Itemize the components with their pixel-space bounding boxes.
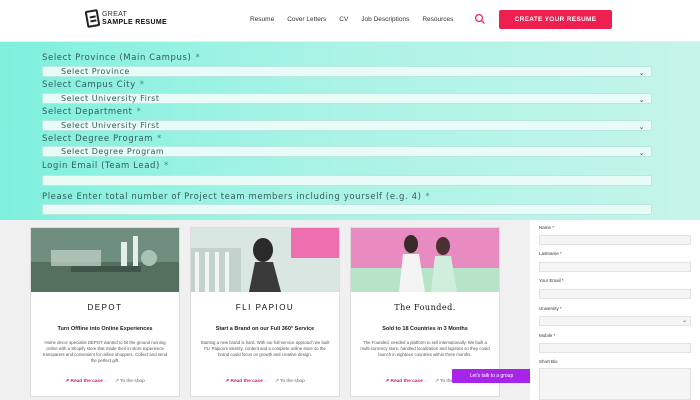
email-label: Your Email * [539,278,564,283]
read-case-link[interactable]: ↗ Read the case [385,379,423,384]
depot-photo [31,228,179,292]
shop-link[interactable]: ↗ To the shop [275,379,305,384]
email-input[interactable] [539,289,691,299]
card-brand: The Founded. [394,303,456,312]
card-tagline: Start a Brand on our Full 360° Service [215,326,315,332]
name-label: Name * [539,225,555,230]
card-brand: FLI PAPIOU [235,303,295,312]
the-founded-photo [351,228,499,292]
chevron-down-icon: ⌄ [638,96,645,104]
campus-city-label: Select Campus City * [42,80,145,90]
bio-label: Short Bio [539,359,558,364]
logo-line-1: GREAT [102,10,128,18]
talk-to-group-button[interactable]: Let's talk to a group [452,369,531,383]
case-card-fli-papiou: FLI PAPIOU Start a Brand on our Full 360… [190,227,340,397]
menu-item-cover-letters[interactable]: Cover Letters [287,16,326,23]
resume-logo-icon [84,9,101,28]
logo-line-2: SAMPLE RESUME [102,18,167,26]
bio-textarea[interactable] [539,368,691,400]
card-description: The Founded. needed a platform to sell i… [360,340,490,357]
chevron-down-icon: ⌄ [638,69,645,77]
campus-city-select[interactable]: Select University First ⌄ [42,93,652,104]
name-input[interactable] [539,235,691,245]
team-members-label: Please Enter total number of Project tea… [42,192,431,202]
card-description: Starting a new brand is hard. With our f… [200,340,330,357]
read-case-link[interactable]: ↗ Read the case [225,379,263,384]
shop-link[interactable]: ↗ To the shop [115,379,145,384]
chevron-down-icon: ⌄ [638,149,645,157]
menu-item-resume[interactable]: Resume [250,16,274,23]
login-email-label: Login Email (Team Lead) * [42,161,169,171]
create-resume-button[interactable]: CREATE YOUR RESUME [499,10,612,29]
case-card-depot: DEPOT Turn Offline into Online Experienc… [30,227,180,397]
menu-item-resources[interactable]: Resources [422,16,453,23]
mobile-label: Mobile * [539,333,556,338]
read-case-link[interactable]: ↗ Read the case [65,379,103,384]
team-members-input[interactable] [42,204,652,215]
main-menu: Resume Cover Letters CV Job Descriptions… [250,16,453,23]
menu-item-cv[interactable]: CV [339,16,348,23]
province-label: Select Province (Main Campus) * [42,53,201,63]
search-icon[interactable] [474,13,486,25]
degree-program-select[interactable]: Select Degree Program ⌄ [42,146,652,157]
top-navbar: GREAT SAMPLE RESUME Resume Cover Letters… [0,0,700,42]
lastname-label: Lastname * [539,251,562,256]
chevron-down-icon: ⌄ [681,318,687,324]
card-brand: DEPOT [87,303,123,312]
student-side-form: Name * Lastname * Your Email * Universit… [530,220,700,400]
province-select[interactable]: Select Province ⌄ [42,66,652,77]
university-select[interactable]: ⌄ [539,316,691,326]
card-tagline: Turn Offline into Online Experiences [57,326,153,332]
mobile-input[interactable] [539,343,691,353]
site-logo[interactable]: GREAT SAMPLE RESUME [84,9,167,28]
project-registration-form: Select Province (Main Campus) * Select Pr… [0,42,700,220]
university-label: University * [539,306,562,311]
card-tagline: Sold to 18 Countries in 3 Months [382,326,468,332]
degree-program-label: Select Degree Program * [42,134,162,144]
chevron-down-icon: ⌄ [638,123,645,131]
department-label: Select Department * [42,107,142,117]
login-email-input[interactable] [42,175,652,186]
fli-papiou-photo [191,228,339,292]
department-select[interactable]: Select University First ⌄ [42,120,652,131]
card-description: Home decor specialist DEPOT wanted to hi… [42,340,168,363]
lastname-input[interactable] [539,262,691,272]
menu-item-job-descriptions[interactable]: Job Descriptions [361,16,409,23]
